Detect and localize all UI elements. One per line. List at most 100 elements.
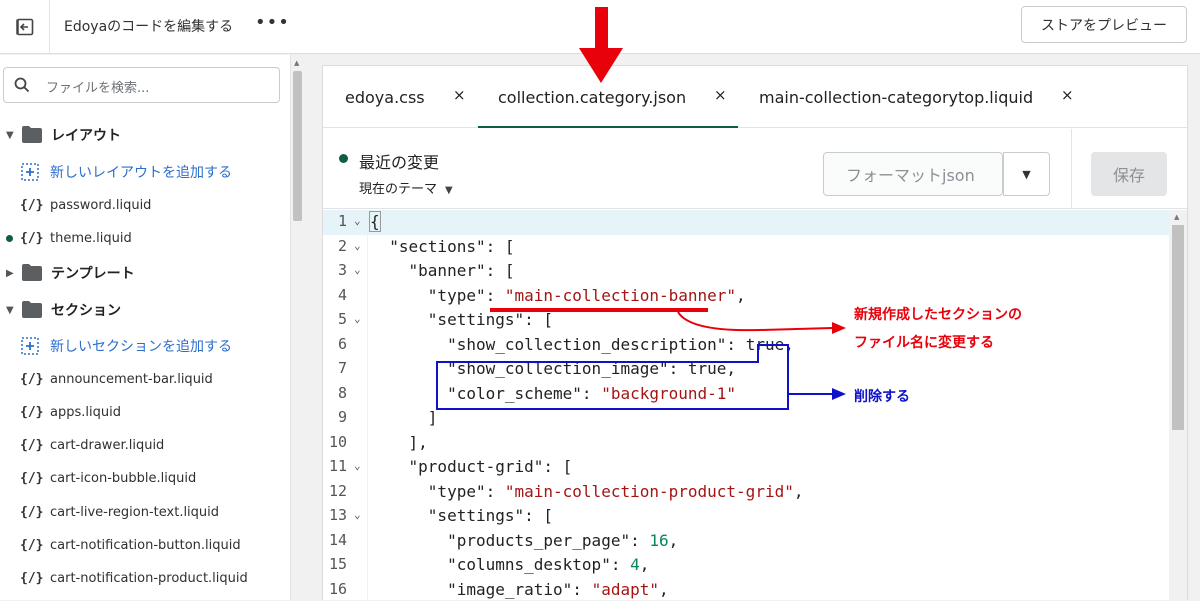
folder-sections[interactable]: ▼ セクション — [0, 298, 285, 322]
code-line: 2⌄ "sections": [ — [323, 235, 1187, 260]
file-item[interactable]: {/} cart-icon-bubble.liquid — [0, 466, 285, 490]
file-label: announcement-bar.liquid — [50, 372, 213, 387]
line-number: 6 — [323, 335, 347, 353]
fold-icon[interactable]: ⌄ — [354, 214, 361, 227]
line-number: 13 — [323, 506, 347, 524]
status-dot — [339, 154, 348, 163]
folder-icon — [22, 126, 42, 143]
code-line: 12 "type": "main-collection-product-grid… — [323, 480, 1187, 505]
code-file-icon: {/} — [20, 471, 43, 486]
line-number: 14 — [323, 531, 347, 549]
code-line: 16 "image_ratio": "adapt", — [323, 578, 1187, 601]
code-line: 11⌄ "product-grid": [ — [323, 455, 1187, 480]
code-text: "type": "main-collection-banner", — [370, 286, 746, 305]
file-item[interactable]: {/} cart-notification-product.liquid — [0, 566, 285, 590]
rename-annotation-line1: 新規作成したセクションの — [854, 304, 1022, 324]
format-dropdown-button[interactable]: ▼ — [1003, 152, 1050, 196]
file-label: password.liquid — [50, 198, 151, 213]
code-line: 14 "products_per_page": 16, — [323, 529, 1187, 554]
file-search-input[interactable]: ファイルを検索... — [3, 67, 280, 103]
close-icon[interactable]: × — [1061, 86, 1074, 104]
code-file-icon: {/} — [20, 405, 43, 420]
code-file-icon: {/} — [20, 198, 43, 213]
file-label: cart-drawer.liquid — [50, 438, 164, 453]
add-layout-link[interactable]: 新しいレイアウトを追加する — [0, 160, 285, 184]
modified-dot — [6, 235, 13, 242]
gutter-divider — [367, 210, 368, 601]
add-section-link[interactable]: 新しいセクションを追加する — [0, 334, 285, 358]
line-number: 5 — [323, 310, 347, 328]
caret-down-icon: ▼ — [6, 130, 14, 141]
caret-down-icon: ▼ — [6, 305, 14, 316]
top-bar: Edoyaのコードを編集する ••• ストアをプレビュー — [0, 0, 1200, 54]
caret-right-icon: ▶ — [6, 268, 14, 279]
toolbar-divider — [1071, 129, 1072, 208]
code-line: 10 ], — [323, 431, 1187, 456]
code-line: 4 "type": "main-collection-banner", — [323, 284, 1187, 309]
recent-changes-label[interactable]: 最近の変更 — [359, 149, 439, 173]
search-icon — [14, 77, 30, 93]
tab-edoya-css[interactable]: edoya.css × — [323, 66, 478, 128]
more-actions-button[interactable]: ••• — [255, 12, 290, 33]
folder-layout[interactable]: ▼ レイアウト — [0, 123, 285, 147]
scroll-up-icon[interactable]: ▲ — [294, 59, 299, 67]
file-item[interactable]: {/} cart-notification-button.liquid — [0, 533, 285, 557]
add-section-label: 新しいセクションを追加する — [50, 336, 232, 356]
file-item[interactable]: {/} cart-live-region-text.liquid — [0, 500, 285, 524]
file-label: theme.liquid — [50, 231, 132, 246]
fold-icon[interactable]: ⌄ — [354, 263, 361, 276]
tab-main-collection-categorytop[interactable]: main-collection-categorytop.liquid × — [738, 66, 1078, 128]
code-text: "image_ratio": "adapt", — [370, 580, 669, 599]
fold-icon[interactable]: ⌄ — [354, 508, 361, 521]
code-file-icon: {/} — [20, 231, 43, 246]
line-number: 9 — [323, 408, 347, 426]
page-title: Edoyaのコードを編集する — [64, 16, 233, 36]
theme-version-select[interactable]: 現在のテーマ▼ — [359, 178, 453, 197]
file-item[interactable]: {/} cart-drawer.liquid — [0, 433, 285, 457]
folder-templates[interactable]: ▶ テンプレート — [0, 261, 285, 285]
code-area[interactable]: 1⌄ { 2⌄ "sections": [ 3⌄ "banner": [ 4 "… — [323, 210, 1187, 601]
editor-scrollbar[interactable]: ▲ — [1169, 210, 1187, 601]
fold-icon[interactable]: ⌄ — [354, 459, 361, 472]
close-icon[interactable]: × — [453, 86, 466, 104]
code-line: 13⌄ "settings": [ — [323, 504, 1187, 529]
tab-label: collection.category.json — [498, 88, 686, 107]
code-line: 3 ⌄ "banner": [ — [323, 259, 1187, 284]
line-number: 10 — [323, 433, 347, 451]
file-tabs: edoya.css × collection.category.json × m… — [323, 66, 1187, 128]
tab-collection-category-json[interactable]: collection.category.json × — [478, 66, 738, 128]
save-button[interactable]: 保存 — [1091, 152, 1167, 196]
code-line: 9 ] — [323, 406, 1187, 431]
file-label: cart-notification-product.liquid — [50, 571, 248, 586]
code-line: 6 "show_collection_description": true, — [323, 333, 1187, 358]
fold-icon[interactable]: ⌄ — [354, 239, 361, 252]
code-text: ], — [370, 433, 428, 452]
code-line: 15 "columns_desktop": 4, — [323, 553, 1187, 578]
line-number: 1 — [323, 212, 347, 230]
editor-scroll-thumb[interactable] — [1172, 225, 1184, 430]
file-label: cart-icon-bubble.liquid — [50, 471, 196, 486]
close-icon[interactable]: × — [714, 86, 727, 104]
line-number: 11 — [323, 457, 347, 475]
folder-label: セクション — [51, 300, 121, 320]
preview-store-button[interactable]: ストアをプレビュー — [1021, 6, 1187, 43]
sidebar-scrollbar[interactable]: ▲ — [290, 55, 303, 600]
caret-down-icon: ▼ — [445, 185, 453, 196]
sidebar-scroll-thumb[interactable] — [293, 71, 302, 221]
scroll-up-icon[interactable]: ▲ — [1174, 213, 1179, 221]
code-text: "banner": [ — [370, 261, 515, 280]
fold-icon[interactable]: ⌄ — [354, 312, 361, 325]
file-item[interactable]: {/} apps.liquid — [0, 400, 285, 424]
file-item[interactable]: {/} theme.liquid — [0, 226, 285, 250]
exit-editor-button[interactable] — [0, 0, 50, 54]
code-text: ] — [370, 408, 437, 427]
code-line: 8 "color_scheme": "background-1" — [323, 382, 1187, 407]
code-text: "settings": [ — [370, 310, 553, 329]
code-text: "color_scheme": "background-1" — [370, 384, 736, 403]
tab-label: main-collection-categorytop.liquid — [759, 88, 1033, 107]
file-item[interactable]: {/} announcement-bar.liquid — [0, 367, 285, 391]
format-json-button[interactable]: フォーマットjson — [823, 152, 1003, 196]
line-number: 3 — [323, 261, 347, 279]
file-item[interactable]: {/} password.liquid — [0, 193, 285, 217]
code-text: "type": "main-collection-product-grid", — [370, 482, 803, 501]
